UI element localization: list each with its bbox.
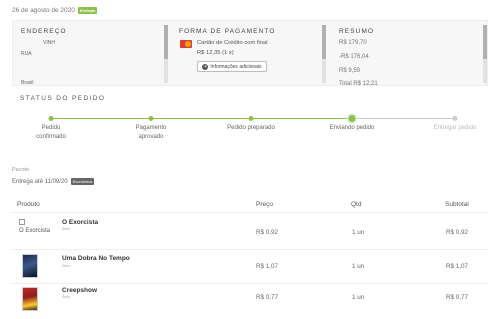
mastercard-icon	[180, 40, 192, 48]
additional-info-button[interactable]: + Informações adicionais	[197, 61, 267, 72]
summary-section: RESUMO R$ 179,70 -R$ 176,04 R$ 9,59 Tota…	[331, 21, 489, 87]
summary-scroll-thumb[interactable]	[483, 25, 487, 59]
table-row[interactable]: O Exorcista O Exorcista Série R$ 0,92 1 …	[12, 213, 488, 249]
progress-line-done	[51, 118, 352, 119]
progress-line-pending	[352, 118, 455, 119]
product-subtitle: Série	[62, 227, 71, 231]
address-scrollbar[interactable]	[164, 25, 168, 83]
address-scroll-thumb[interactable]	[164, 25, 168, 59]
step-label-2: Pagamento aprovado	[135, 125, 167, 140]
table-row[interactable]: Uma Dobra No Tempo Série R$ 1,07 1 un R$…	[12, 250, 488, 283]
broken-image-icon	[19, 219, 25, 226]
summary-line-2: -R$ 176,04	[339, 54, 369, 60]
product-price: R$ 0,77	[256, 294, 279, 301]
payment-scrollbar[interactable]	[322, 25, 326, 83]
package-label: Pacote	[12, 167, 30, 173]
payment-title: FORMA DE PAGAMENTO	[179, 28, 276, 35]
order-date-line: 26 de agosto de 2020 Enviado	[12, 5, 98, 15]
shipping-badge: Econômica	[70, 178, 95, 185]
summary-scrollbar[interactable]	[483, 25, 487, 83]
order-date: 26 de agosto de 2020	[12, 6, 75, 14]
column-header-subtotal: Subtotal	[445, 201, 469, 208]
address-line-1: VINH	[43, 40, 55, 46]
product-subtotal: R$ 0,92	[446, 229, 469, 236]
delivery-line: Entrega até 11/09/20 Econômica	[12, 177, 95, 186]
step-dot-3	[248, 116, 254, 121]
order-status-badge: Enviado	[77, 6, 98, 14]
column-header-product: Produto	[17, 201, 40, 208]
address-line-2: RUA	[21, 51, 32, 57]
order-info-panel: ENDEREÇO VINH RUA Brasil FORMA DE PAGAME…	[12, 20, 489, 87]
step-dot-4	[348, 115, 356, 122]
product-price: R$ 0,92	[256, 229, 279, 236]
step-label-5: Entregar pedido	[433, 125, 477, 131]
product-cover-image[interactable]	[22, 287, 38, 311]
address-line-4: Brasil	[21, 80, 34, 86]
column-header-qty: Qtd	[351, 201, 362, 208]
summary-title: RESUMO	[339, 28, 375, 35]
step-label-3: Pedido preparado	[227, 125, 275, 131]
payment-section: FORMA DE PAGAMENTO Cartão de Crédito com…	[171, 21, 327, 85]
product-subtotal: R$ 0,77	[446, 294, 469, 301]
step-label-1: Pedido confirmado	[36, 125, 66, 140]
product-cover-image[interactable]	[22, 254, 38, 278]
column-header-price: Preço	[256, 201, 273, 208]
order-status-title: STATUS DO PEDIDO	[20, 95, 106, 102]
product-subtitle: Série	[62, 295, 71, 299]
address-section: ENDEREÇO VINH RUA Brasil	[13, 21, 169, 86]
product-name[interactable]: Uma Dobra No Tempo	[62, 255, 130, 262]
table-row[interactable]: Creepshow Série R$ 0,77 1 un R$ 0,77	[12, 284, 488, 319]
payment-method: Cartão de Crédito com final	[197, 40, 268, 46]
product-qty: 1 un	[352, 263, 365, 270]
address-title: ENDEREÇO	[21, 28, 67, 35]
additional-info-label: Informações adicionais	[210, 63, 262, 70]
payment-installment: R$ 12,35 (1 x)	[197, 50, 234, 56]
step-dot-5	[452, 116, 458, 121]
product-image[interactable]: O Exorcista	[19, 219, 50, 235]
product-name[interactable]: O Exorcista	[62, 219, 98, 226]
product-image-alt: O Exorcista	[19, 228, 51, 234]
order-status-section: STATUS DO PEDIDO Pedido confirmado Pagam…	[12, 91, 488, 153]
step-label-4: Enviando pedido	[329, 125, 375, 131]
plus-icon: +	[202, 63, 209, 70]
step-dot-2	[148, 116, 154, 121]
summary-line-3: R$ 9,59	[339, 68, 361, 74]
product-name[interactable]: Creepshow	[62, 287, 97, 294]
summary-line-4: Total R$ 12,21	[339, 81, 378, 87]
product-subtotal: R$ 1,07	[446, 263, 469, 270]
summary-line-1: R$ 179,70	[339, 40, 367, 46]
product-price: R$ 1,07	[256, 263, 279, 270]
delivery-date: Entrega até 11/09/20	[12, 178, 68, 185]
payment-scroll-thumb[interactable]	[322, 25, 326, 59]
product-qty: 1 un	[352, 294, 365, 301]
product-subtitle: Série	[62, 264, 71, 268]
step-dot-1	[48, 116, 54, 121]
product-qty: 1 un	[352, 229, 365, 236]
